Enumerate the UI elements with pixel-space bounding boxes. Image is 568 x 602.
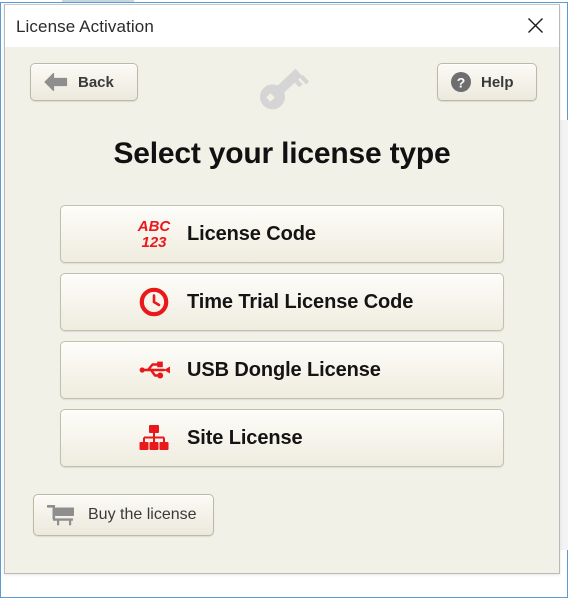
option-site-license[interactable]: Site License (60, 409, 504, 467)
option-usb-dongle-license-label: USB Dongle License (187, 358, 381, 381)
abc-123-icon: ABC 123 (133, 219, 175, 250)
buy-the-license-button[interactable]: Buy the license (33, 494, 214, 536)
help-button-label: Help (481, 73, 514, 91)
question-mark-circle-icon: ? (451, 72, 471, 92)
close-x-icon (527, 17, 543, 33)
abc-123-icon-top: ABC (137, 217, 171, 235)
option-license-code-label: License Code (187, 222, 316, 245)
buy-the-license-label: Buy the license (88, 506, 197, 523)
dialog-title: License Activation (16, 16, 154, 36)
header-row: Back ? Help (5, 47, 559, 117)
usb-icon (139, 361, 170, 379)
option-license-code[interactable]: ABC 123 License Code (60, 205, 504, 263)
option-site-license-label: Site License (187, 426, 303, 449)
arrow-left-icon (44, 72, 68, 92)
help-button[interactable]: ? Help (437, 63, 537, 101)
shopping-cart-icon (47, 505, 74, 526)
back-button[interactable]: Back (30, 63, 138, 101)
footer: Buy the license (5, 494, 559, 536)
network-hierarchy-icon-container (133, 423, 175, 453)
license-activation-dialog: License Activation Back ? Help Select yo… (4, 4, 560, 574)
dialog-titlebar: License Activation (5, 5, 559, 47)
page-title: Select your license type (113, 137, 451, 170)
network-hierarchy-icon (139, 425, 169, 450)
usb-icon-container (133, 357, 175, 383)
back-button-label: Back (78, 73, 114, 91)
svg-text:?: ? (457, 74, 466, 90)
clock-icon-container (133, 287, 175, 317)
dialog-content: Back ? Help Select your license type ABC… (5, 47, 559, 573)
option-time-trial-license-code[interactable]: Time Trial License Code (60, 273, 504, 331)
option-time-trial-license-code-label: Time Trial License Code (187, 290, 414, 313)
option-usb-dongle-license[interactable]: USB Dongle License (60, 341, 504, 399)
close-button[interactable] (515, 7, 555, 43)
license-options-list: ABC 123 License Code Time Trial License … (5, 205, 559, 467)
abc-123-icon-bottom: 123 (141, 233, 167, 251)
clock-icon (139, 287, 169, 317)
key-icon (259, 68, 310, 110)
